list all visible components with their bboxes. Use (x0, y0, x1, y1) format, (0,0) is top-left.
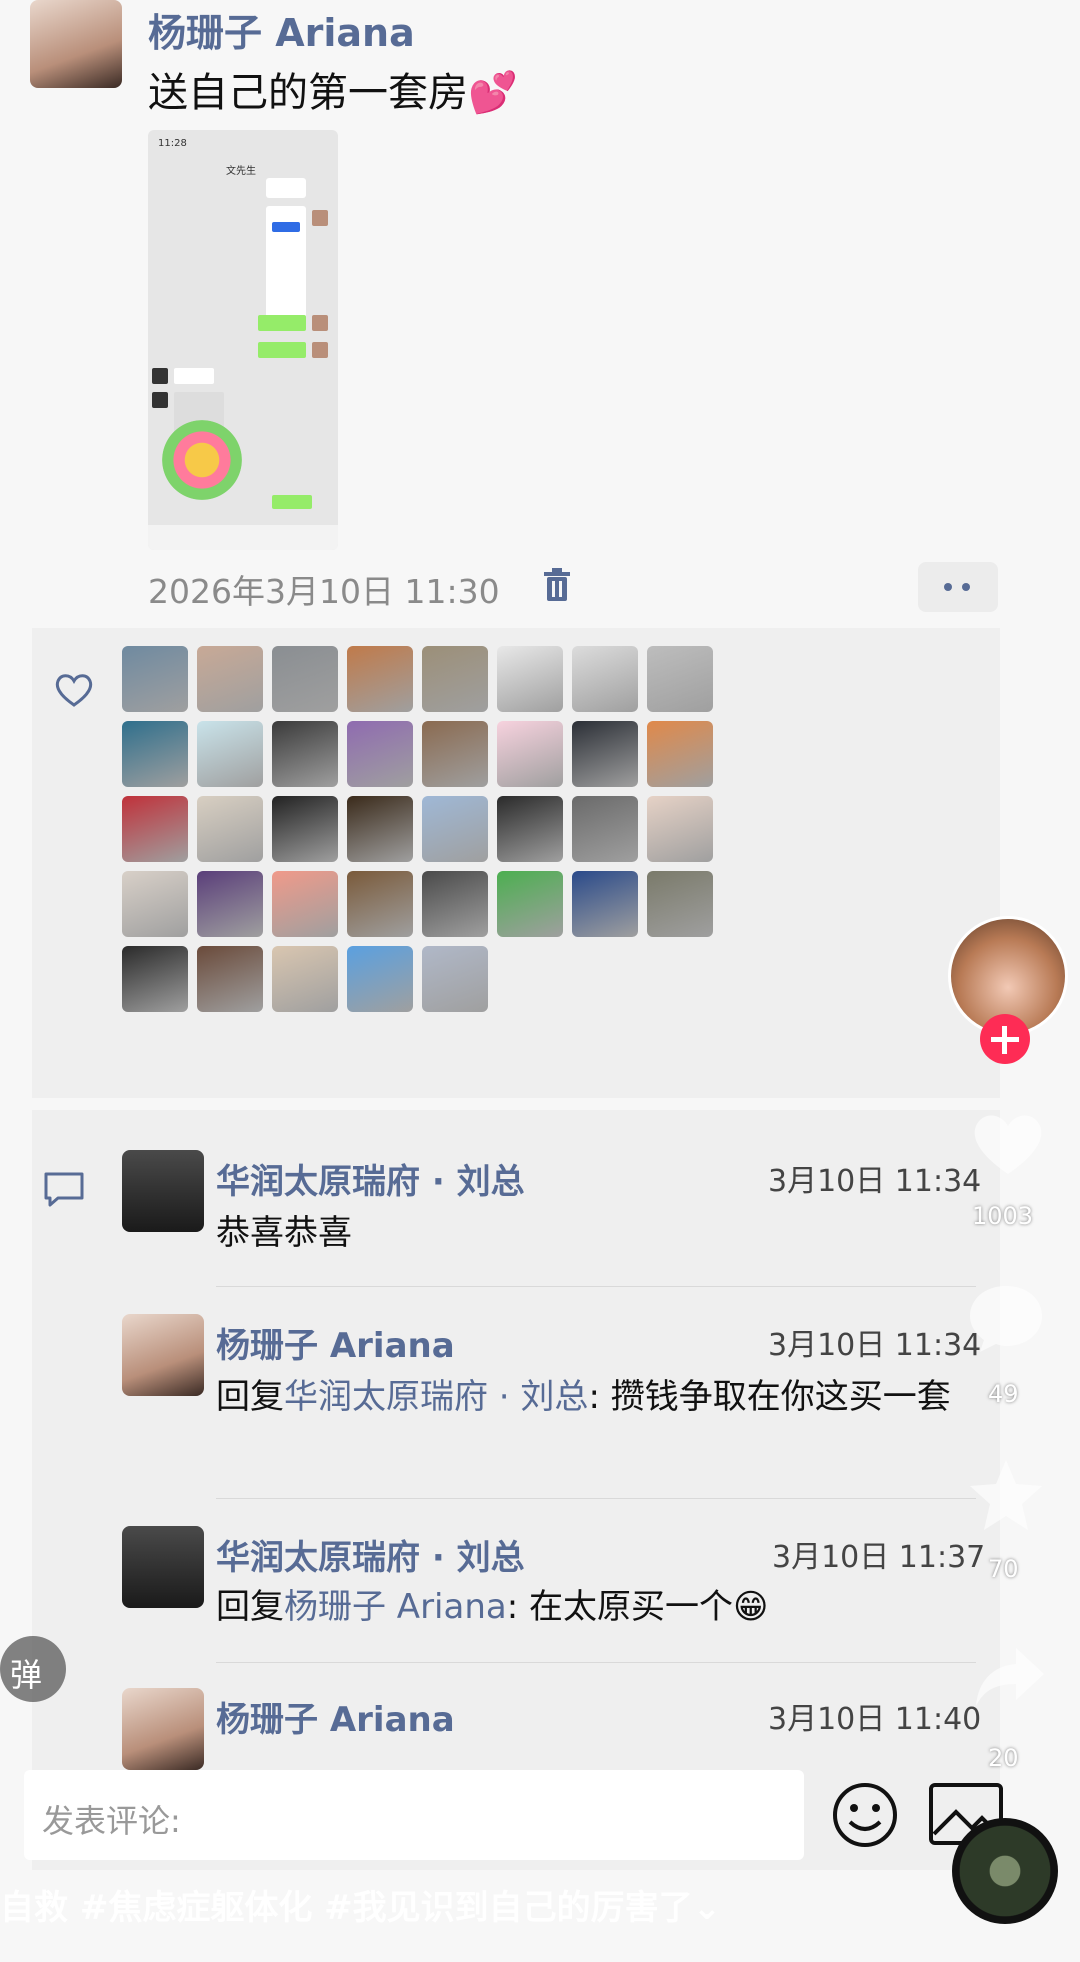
favorite-count: 70 (988, 1555, 1019, 1583)
reply-mention[interactable]: 杨珊子 Ariana (284, 1587, 507, 1627)
flower-sticker (162, 420, 242, 500)
like-avatar[interactable] (272, 721, 338, 787)
like-avatar[interactable] (122, 646, 188, 712)
like-avatar[interactable] (422, 646, 488, 712)
comment-section: 华润太原瑞府 · 刘总 3月10日 11:34 恭喜恭喜 杨珊子 Ariana … (32, 1110, 1000, 1870)
like-avatar[interactable] (647, 871, 713, 937)
like-avatar[interactable] (197, 946, 263, 1012)
image-chat-title: 文先生 (226, 166, 256, 177)
post-author-name[interactable]: 杨珊子 Ariana (148, 2, 415, 57)
like-avatar[interactable] (347, 721, 413, 787)
video-hashtags[interactable]: 自救 #焦虑症躯体化 #我见识到自己的厉害了⌄ (0, 1880, 721, 1929)
comment-text: 回复杨珊子 Ariana: 在太原买一个😁 (216, 1584, 976, 1630)
emoji-icon[interactable] (830, 1780, 900, 1850)
like-avatar[interactable] (422, 721, 488, 787)
like-avatar[interactable] (347, 946, 413, 1012)
reply-mention[interactable]: 华润太原瑞府 · 刘总 (284, 1377, 588, 1417)
author-avatar[interactable] (30, 0, 122, 88)
post-text: 送自己的第一套房💕 (148, 70, 518, 116)
like-avatar[interactable] (497, 871, 563, 937)
like-avatar[interactable] (647, 721, 713, 787)
commenter-avatar[interactable] (122, 1688, 204, 1770)
comment-time: 3月10日 11:34 (768, 1328, 982, 1363)
reply-body: : 在太原买一个😁 (506, 1587, 769, 1627)
comment-input[interactable]: 发表评论: (24, 1770, 804, 1860)
more-options-button[interactable] (918, 562, 998, 612)
trash-icon[interactable] (542, 568, 572, 602)
comment-icon[interactable] (966, 1282, 1046, 1354)
commenter-avatar[interactable] (122, 1150, 204, 1232)
moments-post: 杨珊子 Ariana 送自己的第一套房💕 11:28 文先生 2026年3月10… (0, 0, 1080, 1962)
like-avatar[interactable] (272, 946, 338, 1012)
divider (216, 1286, 976, 1287)
danmaku-label: 弹 (10, 1656, 43, 1694)
comment-time: 3月10日 11:40 (768, 1702, 982, 1737)
divider (216, 1662, 976, 1663)
share-count: 20 (988, 1744, 1019, 1772)
like-avatar[interactable] (347, 646, 413, 712)
comment-count: 49 (988, 1380, 1019, 1408)
comment-text: 回复华润太原瑞府 · 刘总: 攒钱争取在你这买一套 (216, 1374, 976, 1420)
likes-panel (32, 628, 1000, 1098)
like-avatar[interactable] (422, 796, 488, 862)
reply-prefix: 回复 (216, 1377, 284, 1417)
commenter-name[interactable]: 杨珊子 Ariana (216, 1318, 455, 1367)
like-avatar[interactable] (197, 796, 263, 862)
like-avatar[interactable] (572, 721, 638, 787)
commenter-name[interactable]: 杨珊子 Ariana (216, 1692, 455, 1741)
comment-bubble-icon (44, 1172, 84, 1207)
divider (216, 1498, 976, 1499)
commenter-name[interactable]: 华润太原瑞府 · 刘总 (216, 1154, 525, 1203)
comment-input-placeholder: 发表评论: (42, 1802, 181, 1840)
like-avatar[interactable] (197, 721, 263, 787)
like-avatar[interactable] (197, 871, 263, 937)
heart-outline-icon (55, 674, 93, 707)
like-avatar[interactable] (122, 721, 188, 787)
like-avatar[interactable] (272, 646, 338, 712)
like-avatar[interactable] (572, 796, 638, 862)
like-count: 1003 (972, 1202, 1034, 1230)
reply-body: : 攒钱争取在你这买一套 (588, 1377, 951, 1417)
reply-prefix: 回复 (216, 1587, 284, 1627)
follow-button[interactable] (980, 1014, 1030, 1064)
like-avatar[interactable] (497, 796, 563, 862)
plus-icon-vertical (1002, 1026, 1007, 1054)
like-avatar[interactable] (272, 871, 338, 937)
favorite-star-icon[interactable] (966, 1456, 1046, 1532)
like-avatar[interactable] (422, 946, 488, 1012)
comment-text: 恭喜恭喜 (216, 1213, 352, 1253)
comment-time: 3月10日 11:34 (768, 1164, 982, 1199)
like-avatar[interactable] (572, 646, 638, 712)
image-status-time: 11:28 (158, 138, 187, 149)
like-avatar[interactable] (497, 646, 563, 712)
like-avatar[interactable] (122, 796, 188, 862)
like-avatar[interactable] (347, 796, 413, 862)
like-avatar[interactable] (647, 646, 713, 712)
post-timestamp: 2026年3月10日 11:30 (148, 572, 500, 611)
post-image[interactable]: 11:28 文先生 (148, 130, 338, 550)
like-avatar[interactable] (347, 871, 413, 937)
danmaku-toggle[interactable]: 弹 (0, 1636, 66, 1702)
share-arrow-icon[interactable] (972, 1644, 1048, 1710)
like-avatar[interactable] (122, 946, 188, 1012)
like-heart-icon[interactable] (970, 1110, 1046, 1178)
like-avatar[interactable] (272, 796, 338, 862)
like-avatar[interactable] (422, 871, 488, 937)
comment-time: 3月10日 11:37 (772, 1540, 986, 1575)
like-avatar[interactable] (572, 871, 638, 937)
like-avatar[interactable] (197, 646, 263, 712)
like-avatar[interactable] (497, 721, 563, 787)
commenter-avatar[interactable] (122, 1314, 204, 1396)
like-avatar[interactable] (122, 871, 188, 937)
music-disc[interactable] (952, 1818, 1058, 1924)
like-avatar[interactable] (647, 796, 713, 862)
commenter-name[interactable]: 华润太原瑞府 · 刘总 (216, 1530, 525, 1579)
commenter-avatar[interactable] (122, 1526, 204, 1608)
